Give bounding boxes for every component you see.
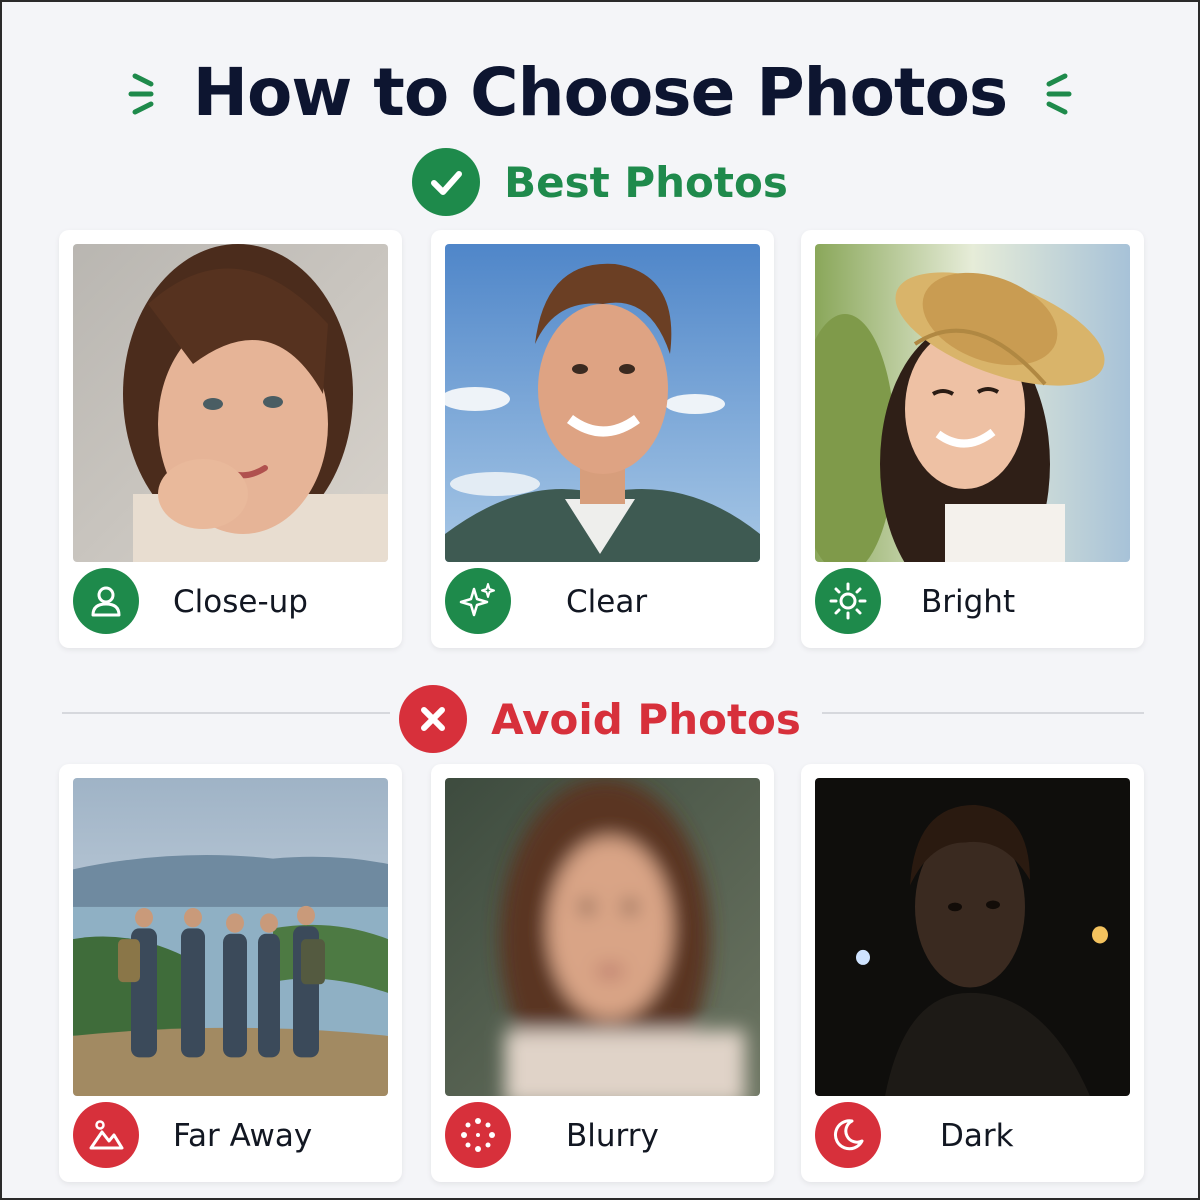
card-label: Blurry: [566, 1118, 659, 1154]
avoid-photos-title: Avoid Photos: [491, 694, 801, 744]
photo-card-blurry[interactable]: Blurry: [431, 764, 774, 1182]
sparkle-right-icon: [1046, 73, 1072, 115]
avoid-photos-heading: Avoid Photos: [2, 684, 1198, 754]
landscape-icon: [73, 1102, 139, 1168]
blur-dots-icon: [445, 1102, 511, 1168]
page-title: How to Choose Photos: [192, 53, 1008, 131]
best-photos-title: Best Photos: [504, 157, 788, 207]
photo-blurry-woman: [445, 778, 760, 1096]
photo-card-dark[interactable]: Dark: [801, 764, 1144, 1182]
card-label: Close-up: [173, 584, 308, 620]
photo-card-clear[interactable]: Clear: [431, 230, 774, 648]
card-label: Bright: [921, 584, 1016, 620]
card-label: Clear: [566, 584, 648, 620]
sparkles-icon: [445, 568, 511, 634]
sparkle-left-icon: [128, 73, 154, 115]
photo-man-dark: [815, 778, 1130, 1096]
photo-woman-straw-hat: [815, 244, 1130, 562]
photo-card-far-away[interactable]: Far Away: [59, 764, 402, 1182]
photo-group-hikers: [73, 778, 388, 1096]
photo-woman-closeup: [73, 244, 388, 562]
photo-card-close-up[interactable]: Close-up: [59, 230, 402, 648]
photo-card-bright[interactable]: Bright: [801, 230, 1144, 648]
moon-icon: [815, 1102, 881, 1168]
photo-man-smiling: [445, 244, 760, 562]
person-icon: [73, 568, 139, 634]
check-circle-icon: [412, 148, 481, 216]
x-circle-icon: [399, 685, 468, 753]
card-label: Dark: [940, 1118, 1014, 1154]
card-label: Far Away: [173, 1118, 313, 1154]
sun-icon: [815, 568, 881, 634]
header: How to Choose Photos: [2, 42, 1198, 142]
best-photos-heading: Best Photos: [2, 147, 1198, 217]
